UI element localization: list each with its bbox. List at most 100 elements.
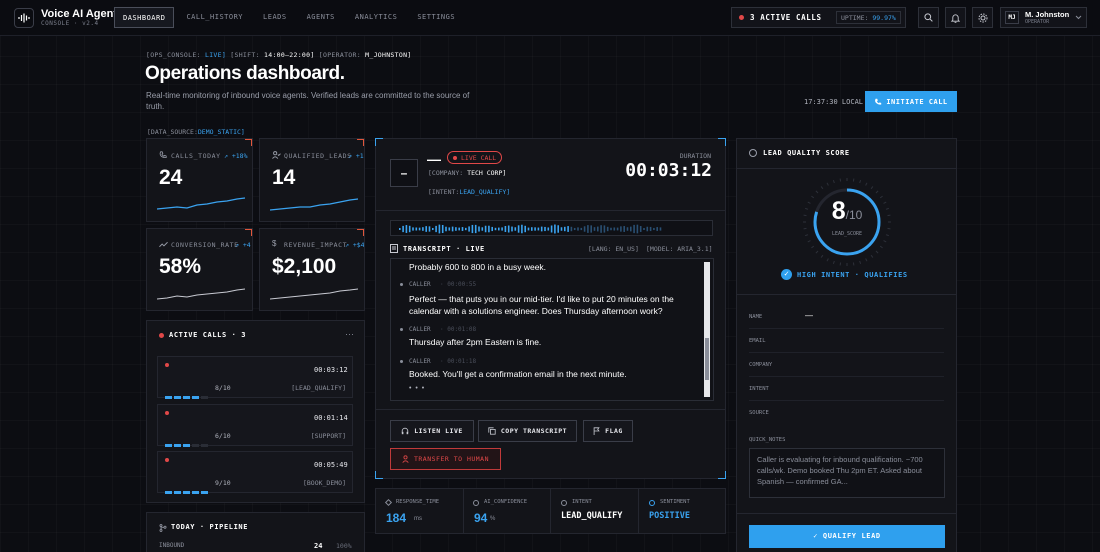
nav-call-history[interactable]: CALL_HISTORY (178, 7, 251, 28)
waveform-bar (465, 227, 467, 231)
metric-label: RESPONSE_TIME (396, 499, 440, 505)
active-call-item[interactable]: 00:05:49 9/10 [BOOK_DEMO] (157, 451, 353, 494)
main-nav: DASHBOARD CALL_HISTORY LEADS AGENTS ANAL… (114, 7, 463, 28)
waveform-logo-icon (14, 8, 34, 28)
score-value: 8 (831, 197, 846, 225)
search-button[interactable] (918, 7, 939, 28)
waveform-bar (613, 227, 616, 231)
kpi-card-calls-today[interactable]: CALLS_TODAY ↗ +18% 24 (146, 138, 253, 222)
data-source-label: [DATA_SOURCE: (147, 128, 198, 136)
lead-quality-title: LEAD QUALITY SCORE (763, 149, 850, 157)
sparkline (270, 198, 358, 211)
waveform-bar (451, 226, 454, 232)
kpi-card-qualified-leads[interactable]: QUALIFIED_LEADS ↗ +12 14 (259, 138, 365, 222)
gauge-tick (832, 260, 835, 265)
data-source: [DATA_SOURCE:DEMO_STATIC] (147, 128, 245, 136)
listen-live-button[interactable]: LISTEN LIVE (390, 420, 474, 442)
field-label: EMAIL (749, 338, 766, 344)
waveform-bar (537, 227, 540, 231)
nav-settings[interactable]: SETTINGS (409, 7, 463, 28)
waveform-bar (600, 225, 602, 233)
nav-analytics[interactable]: ANALYTICS (347, 7, 405, 28)
active-calls-status[interactable]: 3 ACTIVE CALLS UPTIME: 99.97% (731, 7, 906, 28)
active-call-item[interactable]: 00:03:12 8/10 [LEAD_QUALIFY] (157, 356, 353, 399)
page-subtitle: Real-time monitoring of inbound voice ag… (146, 91, 470, 111)
waveform-bar (531, 227, 533, 231)
waveform-bar (474, 224, 477, 234)
call-status-dot-icon (165, 411, 169, 415)
scrollbar-thumb[interactable] (705, 338, 709, 380)
call-score-bar (165, 386, 210, 404)
corner-bracket (718, 471, 726, 479)
flag-label: FLAG (605, 427, 623, 435)
scrollbar[interactable] (704, 262, 710, 397)
waveform-bar (633, 224, 635, 234)
waveform-bar (408, 225, 411, 233)
waveform-bar (458, 227, 460, 231)
waveform-bar (481, 227, 484, 231)
call-duration: 00:05:49 (314, 461, 348, 469)
waveform-bar (435, 225, 437, 233)
flag-button[interactable]: FLAG (583, 420, 633, 442)
user-check-icon (272, 151, 281, 159)
field-label: NAME (749, 314, 763, 320)
transfer-to-human-button[interactable]: TRANSFER TO HUMAN (390, 448, 501, 470)
message-time: · 00:00:55 (440, 281, 477, 288)
corner-bracket (375, 138, 383, 146)
nav-agents[interactable]: AGENTS (299, 7, 343, 28)
active-call-item[interactable]: 00:01:14 6/10 [SUPPORT] (157, 404, 353, 447)
qualify-lead-button[interactable]: ✓ QUALIFY LEAD (749, 525, 945, 548)
copy-icon (488, 427, 496, 435)
gauge-tick (820, 254, 824, 258)
waveform-bar (580, 227, 583, 231)
kpi-card-conversion-rate[interactable]: CONVERSION_RATE ↗ +4. 58% (146, 228, 253, 311)
quick-notes-textarea[interactable]: Caller is evaluating for inbound qualifi… (749, 448, 945, 498)
transcript-title: TRANSCRIPT · LIVE (403, 245, 485, 253)
active-calls-count: 3 ACTIVE CALLS (750, 13, 822, 22)
waveform-bar (527, 227, 530, 231)
gauge-tick (875, 250, 879, 254)
initiate-call-button[interactable]: INITIATE CALL (865, 91, 957, 112)
waveform-bar (455, 227, 457, 231)
trend-icon (159, 241, 168, 248)
kpi-card-revenue-impact[interactable]: $ REVENUE_IMPACT ↗ +$42 $2,100 (259, 228, 365, 311)
waveform-bar (507, 225, 510, 233)
call-duration: 00:01:14 (314, 414, 348, 422)
more-options-button[interactable]: ··· (345, 329, 354, 339)
transcript-scroll[interactable]: Probably 600 to 800 in a busy week. CALL… (390, 258, 714, 401)
settings-button[interactable] (972, 7, 993, 28)
typing-indicator: • • • (409, 385, 426, 392)
flag-icon (593, 427, 600, 435)
active-calls-title: ACTIVE CALLS · 3 (169, 331, 247, 339)
user-name: M. Johnston (1025, 10, 1070, 19)
waveform-bar (547, 227, 550, 231)
user-menu[interactable]: MJ M. Johnston OPERATOR (1000, 7, 1087, 28)
waveform-bar (550, 225, 553, 233)
metric-label: INTENT (572, 499, 592, 505)
target-icon (749, 149, 757, 157)
pipeline-title: TODAY · PIPELINE (171, 523, 249, 531)
score-segment (183, 444, 190, 447)
kpi-label: CALLS_TODAY (171, 152, 221, 160)
message-time: · 00:01:18 (440, 358, 477, 365)
dollar-icon: $ (272, 239, 277, 248)
call-score: 8/10 (215, 384, 231, 392)
call-score-bar (165, 481, 210, 499)
nav-dashboard[interactable]: DASHBOARD (114, 7, 175, 28)
waveform-bar (597, 226, 599, 232)
waveform-bar (461, 227, 464, 231)
call-tag: [SUPPORT] (310, 432, 346, 440)
intent-value: LEAD_QUALIFY] (459, 188, 511, 196)
copy-transcript-button[interactable]: COPY TRANSCRIPT (478, 420, 577, 442)
nav-leads[interactable]: LEADS (255, 7, 295, 28)
kpi-delta: ↗ +18% (224, 152, 248, 160)
call-status-dot-icon (165, 363, 169, 367)
divider (376, 210, 725, 211)
phone-icon (159, 151, 167, 159)
kpi-value: 58% (159, 255, 202, 278)
waveform-bar (649, 226, 652, 232)
notifications-button[interactable] (945, 7, 966, 28)
waveform-bar (587, 225, 589, 233)
live-dot-icon (739, 15, 744, 20)
pipeline-row-pct: 100% (336, 542, 352, 550)
